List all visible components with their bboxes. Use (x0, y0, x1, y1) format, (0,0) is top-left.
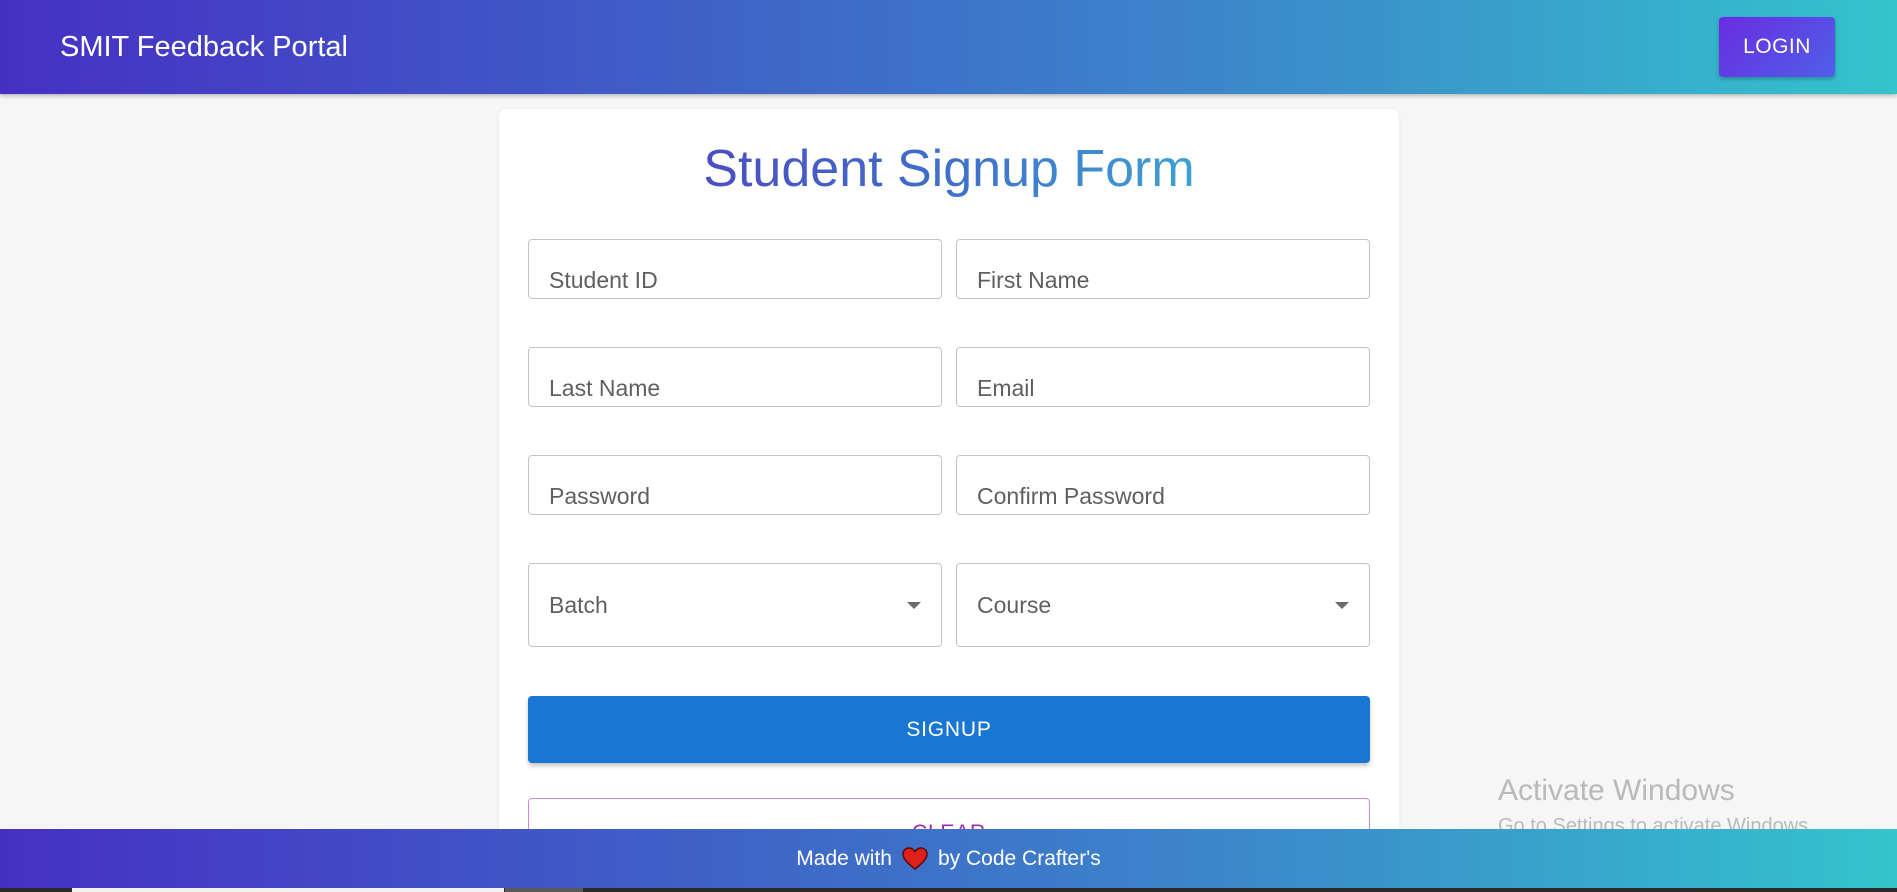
confirm-password-label: Confirm Password (977, 483, 1165, 509)
signup-card: Student Signup Form Student ID First Nam… (499, 109, 1399, 869)
batch-select[interactable]: Batch (528, 563, 942, 647)
last-name-label: Last Name (549, 375, 661, 401)
app-title: SMIT Feedback Portal (60, 31, 348, 63)
taskbar-item[interactable] (72, 888, 504, 892)
taskbar-item[interactable] (505, 888, 583, 892)
taskbar-strip (0, 888, 1897, 892)
chevron-down-icon (907, 602, 921, 609)
batch-label: Batch (549, 592, 608, 618)
confirm-password-field[interactable]: Confirm Password (956, 455, 1370, 515)
first-name-field[interactable]: First Name (956, 239, 1370, 299)
email-field[interactable]: Email (956, 347, 1370, 407)
course-label: Course (977, 592, 1052, 618)
student-id-field[interactable]: Student ID (528, 239, 942, 299)
watermark-title: Activate Windows (1498, 774, 1735, 807)
login-button[interactable]: LOGIN (1719, 17, 1835, 77)
footer-prefix: Made with (796, 846, 892, 870)
page-title-text: Student Signup Form (703, 140, 1195, 198)
password-label: Password (549, 483, 650, 509)
password-field[interactable]: Password (528, 455, 942, 515)
first-name-label: First Name (977, 267, 1090, 293)
heart-icon (902, 846, 928, 871)
student-id-label: Student ID (549, 267, 658, 293)
page-title: Student Signup Form (499, 137, 1399, 201)
course-select[interactable]: Course (956, 563, 1370, 647)
email-label: Email (977, 375, 1035, 401)
app-bar: SMIT Feedback Portal LOGIN (0, 0, 1897, 94)
chevron-down-icon (1335, 602, 1349, 609)
signup-button[interactable]: SIGNUP (528, 696, 1370, 763)
last-name-field[interactable]: Last Name (528, 347, 942, 407)
footer-suffix: by Code Crafter's (937, 846, 1101, 870)
footer: Made with by Code Crafter's (0, 829, 1897, 888)
